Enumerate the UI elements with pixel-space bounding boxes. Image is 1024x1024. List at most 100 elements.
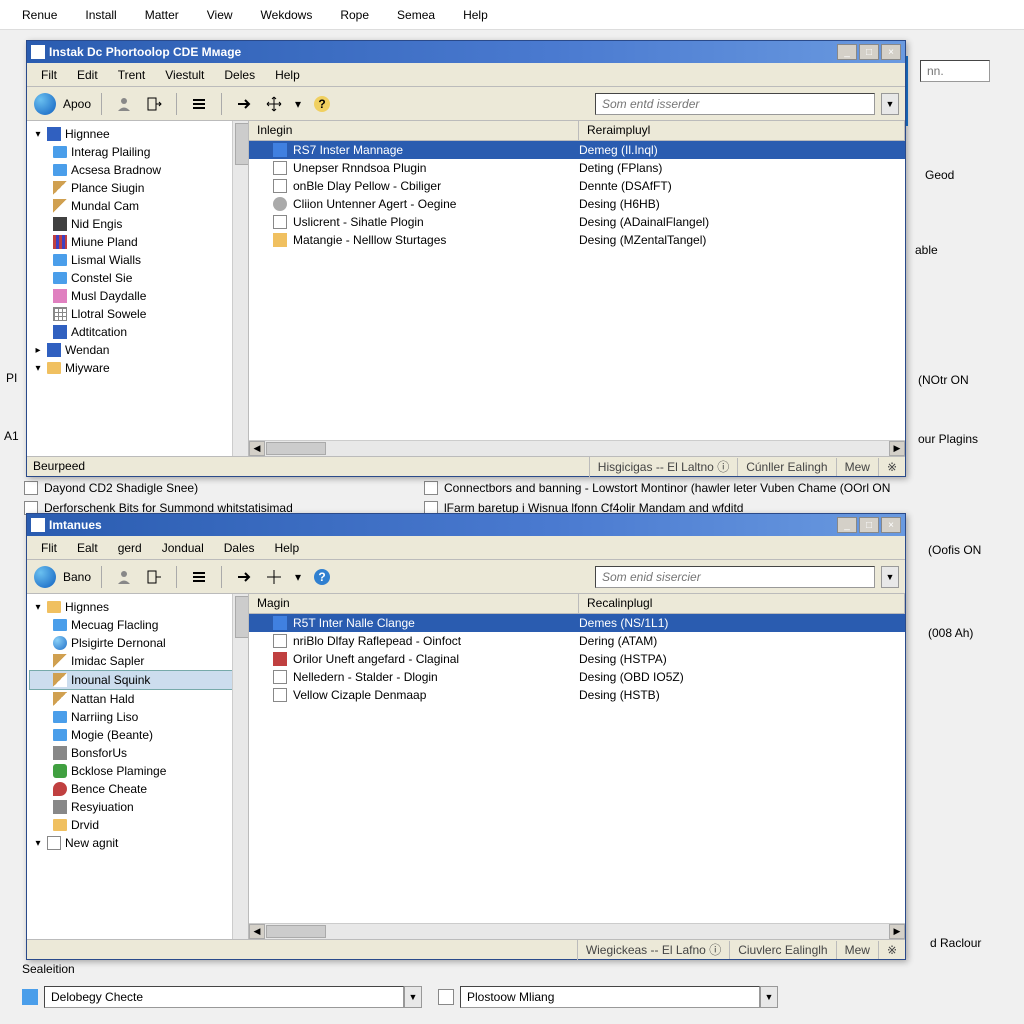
tree-item[interactable]: Resyiuation bbox=[29, 798, 246, 816]
scroll-right-icon[interactable]: ▶ bbox=[889, 441, 905, 456]
status-button[interactable]: ※ bbox=[878, 941, 905, 959]
tree-root[interactable]: ▾Hignnee bbox=[29, 125, 246, 143]
col-header[interactable]: Inlegin bbox=[249, 121, 579, 140]
col-header[interactable]: Мagin bbox=[249, 594, 579, 613]
status-cell[interactable]: Mew bbox=[836, 458, 878, 476]
bg-list-item[interactable]: Сonnectbors and banning - Lowstort Monti… bbox=[424, 481, 890, 495]
list-row[interactable]: R5T Inter Nalle ClangeDemes (NS/1L1) bbox=[249, 614, 905, 632]
search-dropdown[interactable]: ▼ bbox=[881, 566, 899, 588]
combo-input[interactable] bbox=[44, 986, 404, 1008]
scroll-left-icon[interactable]: ◀ bbox=[249, 924, 265, 939]
bottom-combo-1[interactable]: ▼ bbox=[22, 986, 422, 1008]
home-button[interactable] bbox=[33, 92, 57, 116]
menu-item[interactable]: View bbox=[193, 4, 247, 26]
tree-item[interactable]: Mecuag Flacling bbox=[29, 616, 246, 634]
scroll-right-icon[interactable]: ▶ bbox=[889, 924, 905, 939]
maximize-button[interactable]: □ bbox=[859, 517, 879, 533]
list-row[interactable]: Unepser Rnndsoa PluginDeting (FPlans) bbox=[249, 159, 905, 177]
expand-icon[interactable]: ▸ bbox=[33, 345, 43, 355]
status-button[interactable]: ※ bbox=[878, 458, 905, 476]
menu-item[interactable]: Renue bbox=[8, 4, 71, 26]
list-row[interactable]: Cliion Untenner Agert - OegineDesing (H6… bbox=[249, 195, 905, 213]
user-button[interactable] bbox=[112, 92, 136, 116]
tree-root[interactable]: ▾New agnit bbox=[29, 834, 246, 852]
chevron-down-icon[interactable]: ▼ bbox=[760, 986, 778, 1008]
forward-button[interactable] bbox=[232, 92, 256, 116]
bg-input[interactable] bbox=[920, 60, 990, 82]
h-scrollbar[interactable]: ◀▶ bbox=[249, 923, 905, 939]
menu-item[interactable]: Rope bbox=[326, 4, 383, 26]
h-scrollbar[interactable]: ◀▶ bbox=[249, 440, 905, 456]
tree-root[interactable]: ▾Miyware bbox=[29, 359, 246, 377]
menu-item[interactable]: Wekdows bbox=[247, 4, 327, 26]
menu-item[interactable]: Help bbox=[265, 65, 310, 85]
tree-item[interactable]: Miune Pland bbox=[29, 233, 246, 251]
tree-item[interactable]: Llotral Sowele bbox=[29, 305, 246, 323]
list-row[interactable]: onBle Dlay Pellow - CbiligerDennte (DSAf… bbox=[249, 177, 905, 195]
tree-item[interactable]: Mogie (Beante) bbox=[29, 726, 246, 744]
tree-item[interactable]: Drvid bbox=[29, 816, 246, 834]
menu-item[interactable]: Viestult bbox=[155, 65, 214, 85]
col-header[interactable]: Recalinplugl bbox=[579, 594, 905, 613]
menu-item[interactable]: Help bbox=[449, 4, 502, 26]
menu-item[interactable]: Filt bbox=[31, 65, 67, 85]
tree-item[interactable]: Imidac Sapler bbox=[29, 652, 246, 670]
bg-search-field[interactable] bbox=[920, 60, 990, 82]
tree-item[interactable]: Constel Sie bbox=[29, 269, 246, 287]
tree-item[interactable]: Bence Cheate bbox=[29, 780, 246, 798]
tree-item[interactable]: Adtitcation bbox=[29, 323, 246, 341]
combo-input[interactable] bbox=[460, 986, 760, 1008]
search-input[interactable] bbox=[595, 566, 875, 588]
sidebar-scrollbar[interactable] bbox=[232, 594, 248, 939]
menu-item[interactable]: Ealt bbox=[67, 538, 108, 558]
tree-item[interactable]: Plance Siugin bbox=[29, 179, 246, 197]
tree-item[interactable]: Acsesa Bradnow bbox=[29, 161, 246, 179]
tree-item[interactable]: BonsforUs bbox=[29, 744, 246, 762]
move-button[interactable] bbox=[262, 92, 286, 116]
tree-item[interactable]: Nattan Hald bbox=[29, 690, 246, 708]
exit-button[interactable] bbox=[142, 565, 166, 589]
list-row[interactable]: Matangie - Nelllow SturtagesDesing (MZen… bbox=[249, 231, 905, 249]
search-input[interactable] bbox=[595, 93, 875, 115]
home-button[interactable] bbox=[33, 565, 57, 589]
search-dropdown[interactable]: ▼ bbox=[881, 93, 899, 115]
list-button[interactable] bbox=[187, 565, 211, 589]
tree-item[interactable]: Plsigirte Dernonal bbox=[29, 634, 246, 652]
menu-item[interactable]: Jondual bbox=[152, 538, 214, 558]
menu-item[interactable]: Help bbox=[264, 538, 309, 558]
forward-button[interactable] bbox=[232, 565, 256, 589]
list-button[interactable] bbox=[187, 92, 211, 116]
move-button[interactable] bbox=[262, 565, 286, 589]
titlebar[interactable]: Instak Dc Phortoolop CDE Mмage _ □ × bbox=[27, 41, 905, 63]
sidebar-scrollbar[interactable] bbox=[232, 121, 248, 456]
tree-item[interactable]: Lismal Wialls bbox=[29, 251, 246, 269]
close-button[interactable]: × bbox=[881, 517, 901, 533]
tree-item[interactable]: Narriing Liso bbox=[29, 708, 246, 726]
minimize-button[interactable]: _ bbox=[837, 517, 857, 533]
collapse-icon[interactable]: ▾ bbox=[33, 838, 43, 848]
help-button[interactable]: ? bbox=[310, 565, 334, 589]
tree-item[interactable]: Inounal Squink bbox=[29, 670, 246, 690]
tree-item[interactable]: Bcklose Plaminge bbox=[29, 762, 246, 780]
menu-item[interactable]: Matter bbox=[131, 4, 193, 26]
menu-item[interactable]: Edit bbox=[67, 65, 108, 85]
close-button[interactable]: × bbox=[881, 44, 901, 60]
scroll-left-icon[interactable]: ◀ bbox=[249, 441, 265, 456]
bg-list-item[interactable]: Dayond CD2 Shadigle Snee) bbox=[24, 481, 198, 495]
menu-item[interactable]: Trent bbox=[108, 65, 156, 85]
list-row[interactable]: Orilor Uneft angefard - ClaginalDesing (… bbox=[249, 650, 905, 668]
tree-item[interactable]: Musl Daydalle bbox=[29, 287, 246, 305]
list-row[interactable]: Vellow Cizaple DenmaapDesing (HSTB) bbox=[249, 686, 905, 704]
scroll-thumb[interactable] bbox=[266, 442, 326, 455]
tree-item[interactable]: Mundal Cam bbox=[29, 197, 246, 215]
list-row[interactable]: Nelledern - Stalder - DloginDesing (OBD … bbox=[249, 668, 905, 686]
menu-item[interactable]: Dales bbox=[214, 538, 265, 558]
minimize-button[interactable]: _ bbox=[837, 44, 857, 60]
list-row[interactable]: Uslicrent - Sihatle PloginDesing (ADaina… bbox=[249, 213, 905, 231]
maximize-button[interactable]: □ bbox=[859, 44, 879, 60]
col-header[interactable]: Reraimpluyl bbox=[579, 121, 905, 140]
list-row[interactable]: RS7 Inster MannageDemeg (Il.Inql) bbox=[249, 141, 905, 159]
titlebar[interactable]: Imtanues _ □ × bbox=[27, 514, 905, 536]
collapse-icon[interactable]: ▾ bbox=[33, 602, 43, 612]
menu-item[interactable]: Semea bbox=[383, 4, 449, 26]
